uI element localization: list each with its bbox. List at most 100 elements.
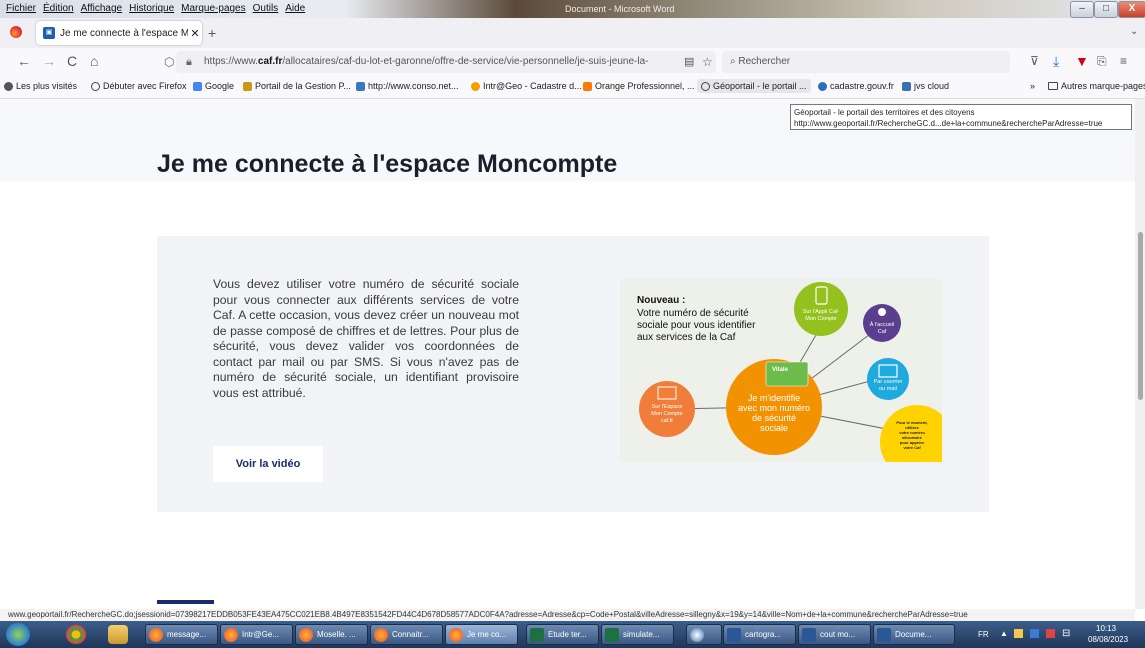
gear-icon [4, 81, 13, 91]
forward-button[interactable]: → [42, 53, 56, 69]
menu-aide[interactable]: Aide [285, 3, 305, 14]
taskbar-item[interactable]: Intr@Ge... [220, 624, 293, 645]
caf-favicon-icon: ▣ [43, 27, 55, 39]
conso-icon [356, 81, 365, 91]
list-tabs-icon[interactable]: ⌄ [1130, 26, 1138, 37]
jvs-icon [902, 81, 911, 91]
footer-accent-bar [157, 600, 214, 604]
ublock-shield-icon[interactable]: ▼ [1075, 53, 1089, 69]
bookmark-item[interactable]: jvs cloud [902, 81, 949, 91]
bookmark-item-geoportail[interactable]: Géoportail - le portail ... [697, 79, 811, 93]
scrollbar-thumb[interactable] [1138, 232, 1143, 400]
taskbar-item[interactable]: Etude ter... [526, 624, 599, 645]
intrageo-icon [471, 81, 480, 91]
app-menu-icon[interactable]: ≡ [1120, 53, 1127, 69]
portal-icon [243, 81, 252, 91]
tooltip-url: http://www.geoportail.fr/RechercheGC.d..… [794, 119, 1103, 128]
minimize-button[interactable]: – [1070, 1, 1094, 18]
bookmark-item[interactable]: Google [193, 81, 234, 91]
word-icon [877, 627, 891, 642]
close-tab-icon[interactable]: ✕ [188, 27, 202, 40]
bookmark-item[interactable]: Intr@Geo - Cadastre d... [471, 81, 582, 91]
firefox-icon [449, 627, 463, 642]
espace-label: Sur l'Espace Mon Compte caf.fr [651, 404, 683, 424]
language-indicator[interactable]: FR [978, 630, 989, 639]
bookmark-item[interactable]: Portail de la Gestion P... [243, 81, 351, 91]
excel-icon [530, 627, 544, 642]
tooltip-title: Géoportail - le portail des territoires … [794, 108, 975, 117]
navigation-bar: ← → C ⌂ ⬡ 🔒︎ https://www.caf.fr/allocata… [0, 48, 1145, 76]
back-button[interactable]: ← [17, 53, 31, 69]
info-text: Vous devez utiliser votre numéro de sécu… [213, 277, 519, 400]
taskbar-item[interactable]: simulate... [601, 624, 674, 645]
infographic-image: Nouveau : Votre numéro de sécurité social… [620, 279, 942, 462]
taskbar-item[interactable]: Docume... [873, 624, 955, 645]
center-label: Je m'identifie avec mon numéro de sécurité… [737, 393, 811, 433]
extensions-icon[interactable]: ⎘ [1097, 53, 1107, 69]
tab-bar: ▣ Je me connecte à l'espace Mon ✕ + ⌄ [0, 18, 1145, 49]
clock-date[interactable]: 08/08/2023 [1088, 635, 1128, 644]
clock-time[interactable]: 10:13 [1096, 624, 1116, 633]
home-button[interactable]: ⌂ [90, 53, 98, 69]
taskbar-item[interactable]: Moselle. ... [295, 624, 368, 645]
menu-historique[interactable]: Historique [129, 3, 174, 14]
infographic-subheading: Votre numéro de sécurité sociale pour vou… [637, 308, 756, 343]
tray-app-icon[interactable] [1030, 629, 1039, 638]
firefox-view-icon[interactable] [10, 26, 22, 38]
download-icon[interactable]: ⤓ [1053, 53, 1059, 69]
taskbar-item-active[interactable]: Je me co... [445, 624, 518, 645]
menu-edition[interactable]: Édition [43, 3, 74, 14]
tray-folder-icon[interactable] [1014, 629, 1023, 638]
firefox-icon [224, 627, 238, 642]
menu-affichage[interactable]: Affichage [81, 3, 123, 14]
network-icon[interactable]: ⊟ [1062, 628, 1070, 639]
taskbar-item[interactable]: cartogra... [723, 624, 796, 645]
taskbar-item[interactable]: message... [145, 624, 218, 645]
search-placeholder: Rechercher [738, 56, 791, 67]
explorer-folder-icon[interactable] [108, 625, 128, 644]
menu-bar: Fichier Édition Affichage Historique Mar… [0, 0, 1145, 18]
firefox-icon [149, 627, 163, 642]
chrome-icon[interactable] [66, 625, 86, 644]
globe-icon [91, 81, 100, 91]
reload-button[interactable]: C [67, 53, 77, 69]
bookmark-star-icon[interactable]: ☆ [702, 51, 713, 73]
bookmark-item[interactable]: Les plus visités [4, 81, 77, 91]
system-tray: FR ▲ ⊟ 10:13 08/08/2023 [970, 621, 1145, 648]
close-window-button[interactable]: X [1118, 1, 1145, 18]
tab-active[interactable]: ▣ Je me connecte à l'espace Mon ✕ [36, 21, 202, 45]
word-icon [727, 627, 741, 642]
app-label: Sur l'Appli Caf- Mon Compte [802, 309, 840, 322]
menu-outils[interactable]: Outils [253, 3, 279, 14]
taskbar-item[interactable]: Connaitr... [370, 624, 443, 645]
tray-expand-icon[interactable]: ▲ [1000, 629, 1008, 638]
new-tab-button[interactable]: + [208, 25, 216, 41]
taskbar-item[interactable]: cout mo... [798, 624, 871, 645]
window-title: Document - Microsoft Word [565, 4, 675, 14]
menu-marque-pages[interactable]: Marque-pages [181, 3, 245, 14]
tray-flag-icon[interactable] [1046, 629, 1055, 638]
search-icon: ⌕ [730, 56, 736, 67]
bookmark-item[interactable]: cadastre.gouv.fr [818, 81, 894, 91]
cadastre-icon [818, 81, 827, 91]
yellow-label: Pour le moment, utilisez votre numéro alloc… [896, 420, 928, 450]
reader-view-icon[interactable]: ▤ [684, 51, 694, 73]
search-input[interactable]: ⌕ Rechercher [722, 51, 1010, 73]
other-bookmarks-folder[interactable]: Autres marque-pages [1048, 81, 1145, 91]
bookmark-item[interactable]: Orange Professionnel, ... [583, 81, 695, 91]
url-bar[interactable]: ⬡ 🔒︎ https://www.caf.fr/allocataires/caf… [164, 51, 716, 73]
bookmark-item[interactable]: Débuter avec Firefox [91, 81, 187, 91]
bookmark-item[interactable]: http://www.conso.net... [356, 81, 459, 91]
start-button[interactable] [6, 623, 30, 646]
pocket-icon[interactable]: ⊽ [1030, 53, 1039, 69]
watch-video-button[interactable]: Voir la vidéo [213, 446, 323, 482]
menu-fichier[interactable]: Fichier [6, 3, 36, 14]
more-bookmarks-chevron-icon[interactable]: » [1030, 81, 1035, 91]
maximize-button[interactable]: □ [1094, 1, 1118, 18]
shield-icon[interactable]: ⬡ [164, 51, 174, 73]
taskbar-item[interactable] [686, 624, 722, 645]
lock-icon[interactable]: 🔒︎ [186, 51, 192, 73]
infographic-heading: Nouveau : [637, 295, 686, 306]
folder-icon [1048, 82, 1058, 90]
google-icon [193, 81, 202, 91]
